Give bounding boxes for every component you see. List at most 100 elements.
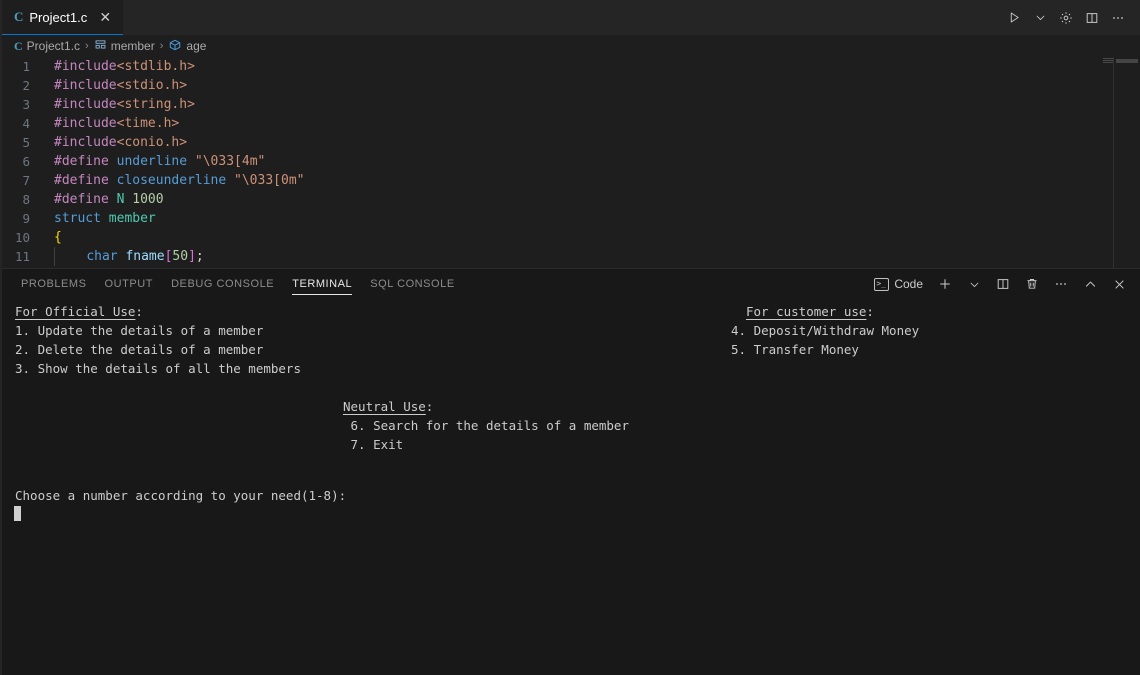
split-terminal-icon[interactable]: [990, 273, 1016, 295]
terminal-line-neutral-heading: Neutral Use:: [343, 397, 433, 416]
chevron-down-icon[interactable]: [1028, 6, 1052, 30]
code-token: #include: [54, 116, 117, 131]
close-panel-icon[interactable]: [1106, 273, 1132, 295]
code-line: 2 #include<stdio.h>: [2, 76, 1140, 95]
field-symbol-icon: [168, 38, 182, 55]
terminal-line-official-1: 1. Update the details of a member: [15, 323, 264, 338]
terminal-line-official-heading: For Official Use:: [15, 302, 143, 321]
code-token: ]: [188, 249, 196, 264]
code-token: fname: [125, 249, 165, 264]
split-editor-icon[interactable]: [1080, 6, 1104, 30]
c-file-icon: C: [14, 9, 24, 24]
c-file-icon: C: [14, 38, 23, 53]
code-line-text: #include<stdlib.h>: [48, 57, 195, 76]
line-number: 8: [22, 192, 30, 207]
code-token: 1000: [132, 192, 164, 207]
customer-heading-text: For customer use: [746, 304, 867, 319]
panel-tab-terminal[interactable]: TERMINAL: [283, 269, 361, 299]
terminal-line-customer-2: 5. Transfer Money: [731, 342, 859, 357]
code-line-text: char fname[50];: [48, 247, 204, 266]
code-line: 9 struct member: [2, 209, 1140, 228]
code-line-text: #define N 1000: [48, 190, 164, 209]
code-line: 10 {: [2, 228, 1140, 247]
terminal-line-customer-1: 4. Deposit/Withdraw Money: [731, 323, 920, 338]
line-number: 10: [14, 230, 30, 245]
panel-tab-output[interactable]: OUTPUT: [96, 269, 163, 299]
code-token: <stdio.h>: [116, 78, 188, 93]
line-number: 1: [22, 59, 30, 74]
terminal-line-official-3: 3. Show the details of all the members: [15, 361, 301, 376]
more-actions-icon[interactable]: [1048, 273, 1074, 295]
breadcrumb-file[interactable]: C Project1.c: [14, 39, 80, 54]
code-token: #define: [54, 192, 117, 207]
terminal-output[interactable]: For Official Use: 1. Update the details …: [2, 299, 1140, 675]
code-token: <stdlib.h>: [116, 59, 195, 74]
panel-actions: >_ Code: [868, 269, 1140, 299]
run-button[interactable]: [1002, 6, 1026, 30]
terminal-prompt-line: Choose a number according to your need(1…: [15, 488, 347, 503]
new-terminal-icon[interactable]: [932, 273, 958, 295]
line-number: 11: [14, 249, 30, 264]
panel-tab-problems[interactable]: PROBLEMS: [12, 269, 96, 299]
terminal-selector[interactable]: >_ Code: [868, 273, 929, 295]
terminal-line-official-2: 2. Delete the details of a member: [15, 342, 264, 357]
code-token: struct: [54, 211, 101, 226]
code-line-text: #include<string.h>: [48, 95, 195, 114]
terminal-grid: For Official Use: 1. Update the details …: [2, 299, 1140, 675]
breadcrumb-file-label: Project1.c: [26, 39, 81, 53]
code-token: {: [54, 230, 62, 245]
code-token: closeunderline: [116, 173, 227, 188]
code-token: #include: [54, 97, 117, 112]
code-token: "\033[4m": [194, 154, 266, 169]
line-number: 5: [22, 135, 30, 150]
breadcrumb-field-label: age: [186, 39, 207, 53]
line-number: 7: [22, 173, 30, 188]
code-line-text: #include<conio.h>: [48, 133, 187, 152]
code-token: #define: [54, 154, 117, 169]
breadcrumb: C Project1.c › member › age: [2, 35, 1140, 57]
code-token: #include: [54, 59, 117, 74]
breadcrumb-field[interactable]: age: [168, 38, 206, 55]
breadcrumb-separator: ›: [85, 40, 89, 52]
code-line: 4 #include<time.h>: [2, 114, 1140, 133]
official-heading-text: For Official Use: [15, 304, 136, 319]
line-number: 3: [22, 97, 30, 112]
struct-symbol-icon: [94, 38, 107, 54]
kill-terminal-trash-icon[interactable]: [1019, 273, 1045, 295]
panel-tab-sql-console[interactable]: SQL CONSOLE: [361, 269, 464, 299]
code-token: #include: [54, 78, 117, 93]
breadcrumb-struct-label: member: [110, 39, 155, 53]
minimap-marks: [1103, 58, 1113, 64]
editor-tab-project1c[interactable]: C Project1.c ✕: [2, 0, 124, 35]
editor-scrollbar-slider[interactable]: [1116, 59, 1138, 63]
close-icon[interactable]: ✕: [97, 9, 113, 25]
breadcrumb-struct[interactable]: member: [94, 38, 155, 54]
panel-header: PROBLEMS OUTPUT DEBUG CONSOLE TERMINAL SQL C…: [2, 269, 1140, 299]
editor-tab-bar: C Project1.c ✕: [2, 0, 1140, 35]
vscode-window: C Project1.c ✕ C Project1.c › member › a…: [0, 0, 1140, 675]
code-token: <string.h>: [116, 97, 195, 112]
code-editor[interactable]: 1 #include<stdlib.h> 2 #include<stdio.h> 3 #i…: [2, 57, 1140, 268]
code-token: <time.h>: [116, 116, 180, 131]
terminal-icon: >_: [874, 277, 890, 291]
terminal-cursor: [14, 506, 21, 521]
code-line-text: struct member: [48, 209, 156, 228]
terminal-line-customer-heading: For customer use:: [746, 302, 874, 321]
neutral-heading-colon: :: [425, 399, 434, 414]
terminal-profile-chevron-down-icon[interactable]: [961, 273, 987, 295]
line-number: 6: [22, 154, 30, 169]
panel-tab-debug-console[interactable]: DEBUG CONSOLE: [162, 269, 283, 299]
code-token: <conio.h>: [116, 135, 188, 150]
bottom-panel: PROBLEMS OUTPUT DEBUG CONSOLE TERMINAL SQL C…: [2, 268, 1140, 675]
settings-gear-icon[interactable]: [1054, 6, 1078, 30]
code-line: 11 char fname[50];: [2, 247, 1140, 266]
more-actions-icon[interactable]: [1106, 6, 1130, 30]
code-line: 8 #define N 1000: [2, 190, 1140, 209]
code-token: char: [86, 249, 118, 264]
code-content: 1 #include<stdlib.h> 2 #include<stdio.h> 3 #i…: [2, 57, 1140, 266]
maximize-panel-icon[interactable]: [1077, 273, 1103, 295]
